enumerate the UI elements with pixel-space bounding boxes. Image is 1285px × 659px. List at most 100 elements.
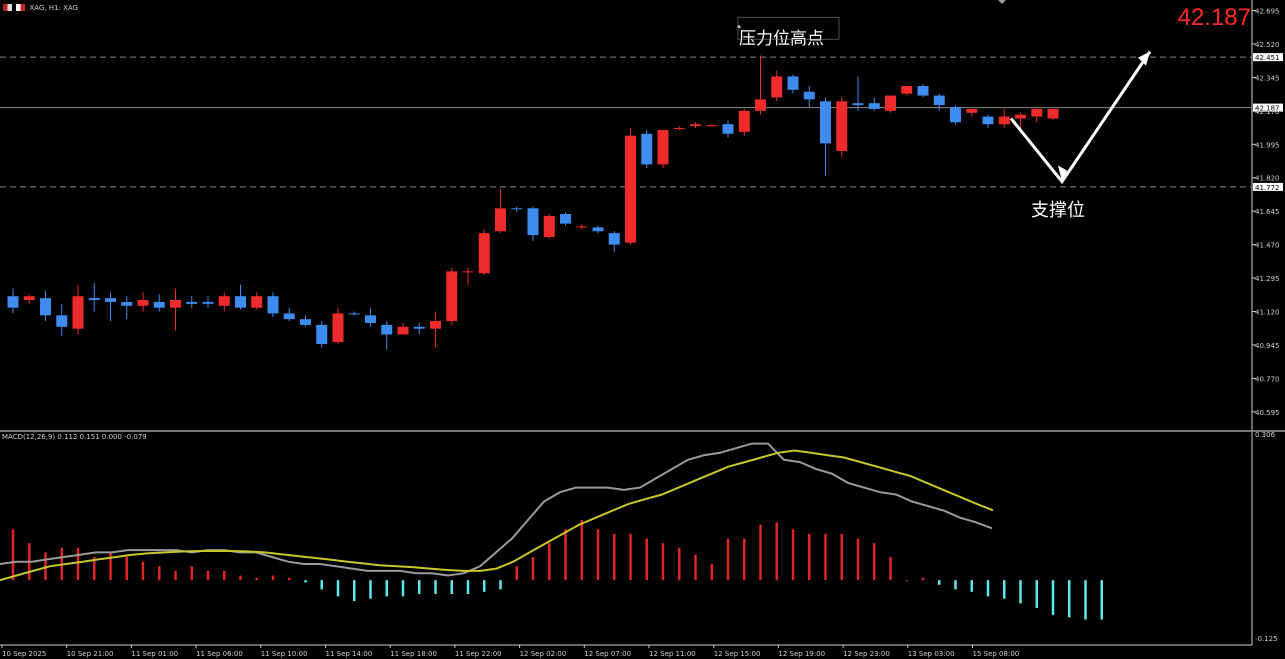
candle-body[interactable] <box>1031 108 1043 117</box>
macd-histogram-bar <box>190 566 193 581</box>
candle-body[interactable] <box>560 214 571 224</box>
candle-body[interactable] <box>495 208 506 232</box>
candle-body[interactable] <box>381 324 393 335</box>
candle-body[interactable] <box>901 86 913 94</box>
candle-body[interactable] <box>332 313 344 343</box>
candle-body[interactable] <box>1015 114 1026 119</box>
candle-body[interactable] <box>950 107 961 123</box>
candle-body[interactable] <box>641 133 653 165</box>
candle-body[interactable] <box>511 208 523 210</box>
candle-body[interactable] <box>852 103 864 106</box>
candle-body[interactable] <box>820 101 831 144</box>
candle-body[interactable] <box>543 215 555 237</box>
candle-body[interactable] <box>478 233 490 274</box>
macd-histogram-bar <box>678 547 681 581</box>
macd-histogram-bar <box>694 554 697 581</box>
level-tag-label: 42.187 <box>1255 105 1280 113</box>
candle-body[interactable] <box>706 125 718 127</box>
macd-histogram-bar <box>743 538 746 581</box>
candle-body[interactable] <box>235 296 246 308</box>
candle-body[interactable] <box>787 76 799 90</box>
candle-body[interactable] <box>348 313 360 315</box>
candle-body[interactable] <box>462 271 474 273</box>
candle-body[interactable] <box>966 108 978 113</box>
macd-histogram-bar <box>1003 580 1006 599</box>
candle-body[interactable] <box>982 116 994 125</box>
candle-body[interactable] <box>673 128 685 130</box>
candle-body[interactable] <box>72 296 84 329</box>
macd-histogram-bar <box>938 580 941 585</box>
candle-body[interactable] <box>170 300 181 308</box>
macd-tick-label: 0.306 <box>1255 431 1276 439</box>
candle-body[interactable] <box>933 95 945 106</box>
macd-histogram-bar <box>1051 580 1055 615</box>
macd-histogram-bar <box>1100 580 1103 620</box>
candle-body[interactable] <box>202 301 214 304</box>
candle-body[interactable] <box>267 296 279 314</box>
candle-body[interactable] <box>803 91 815 100</box>
candle-body[interactable] <box>316 324 328 344</box>
macd-histogram-bar <box>759 524 762 581</box>
candle-body[interactable] <box>121 301 133 306</box>
macd-histogram-bar <box>531 557 535 581</box>
candle-body[interactable] <box>40 298 51 316</box>
candle-body[interactable] <box>105 298 116 302</box>
macd-histogram-bar <box>986 580 990 597</box>
candle-body[interactable] <box>56 315 68 327</box>
candle-body[interactable] <box>755 99 766 111</box>
candle-body[interactable] <box>430 321 441 329</box>
macd-histogram-bar <box>1035 580 1038 608</box>
candle-body[interactable] <box>690 124 701 127</box>
candle-body[interactable] <box>7 296 19 308</box>
candle-body[interactable] <box>917 86 929 96</box>
macd-histogram-bar <box>905 580 908 582</box>
candle-body[interactable] <box>625 135 636 243</box>
macd-histogram-bar <box>840 533 843 581</box>
macd-histogram-bar <box>580 519 583 581</box>
macd-histogram-bar <box>450 580 453 595</box>
candle-body[interactable] <box>397 326 409 335</box>
candle-body[interactable] <box>153 301 165 308</box>
macd-histogram-bar <box>288 577 291 581</box>
candle-body[interactable] <box>137 300 149 306</box>
candle-body[interactable] <box>413 326 425 329</box>
macd-histogram-bar <box>791 529 795 581</box>
candle-body[interactable] <box>722 124 734 134</box>
candle-body[interactable] <box>576 226 588 228</box>
candle-body[interactable] <box>283 313 295 320</box>
candle-body[interactable] <box>446 271 458 322</box>
time-tick-label: 12 Sep 02:00 <box>520 650 567 658</box>
candle-body[interactable] <box>365 315 376 323</box>
candle-body[interactable] <box>218 296 230 306</box>
candle-body[interactable] <box>771 76 783 98</box>
macd-histogram-bar <box>353 580 356 602</box>
candle-body[interactable] <box>885 95 896 111</box>
macd-histogram-bar <box>629 533 632 581</box>
candle-body[interactable] <box>738 110 750 132</box>
candle-body[interactable] <box>186 301 198 304</box>
candle-body[interactable] <box>88 298 100 301</box>
macd-histogram-bar <box>158 566 161 581</box>
candle-body[interactable] <box>657 129 669 165</box>
candle-body[interactable] <box>998 116 1010 125</box>
candle-body[interactable] <box>868 103 880 109</box>
price-tick-label: 40.770 <box>1255 375 1280 383</box>
candle-body[interactable] <box>836 101 848 151</box>
candle-body[interactable] <box>23 296 35 301</box>
candle-body[interactable] <box>300 319 311 325</box>
candle-body[interactable] <box>251 296 263 308</box>
macd-histogram-bar <box>418 580 421 595</box>
candle-body[interactable] <box>592 227 604 232</box>
macd-histogram-bar <box>304 580 307 583</box>
macd-histogram-bar <box>808 533 811 581</box>
macd-histogram-bar <box>856 538 860 581</box>
candle-body[interactable] <box>1047 108 1059 119</box>
time-tick-label: 11 Sep 18:00 <box>390 650 437 658</box>
candle-body[interactable] <box>527 208 539 236</box>
flag-icon <box>16 4 26 11</box>
chart-canvas[interactable]: 42.69542.52042.34542.17041.99541.82041.6… <box>0 0 1285 659</box>
time-tick-label: 11 Sep 14:00 <box>326 650 373 658</box>
macd-histogram-bar <box>174 570 177 581</box>
candle-body[interactable] <box>608 233 620 245</box>
macd-histogram-bar <box>921 577 925 581</box>
